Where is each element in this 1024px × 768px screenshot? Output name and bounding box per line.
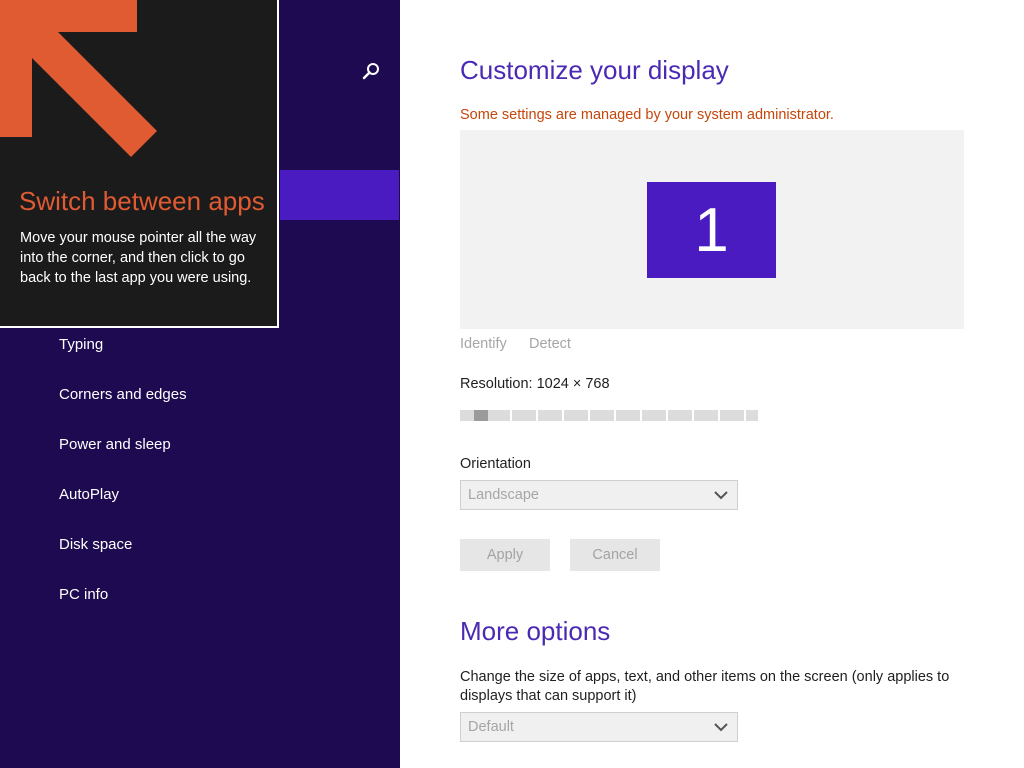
monitor-1-tile[interactable]: 1: [647, 182, 776, 278]
selected-nav-highlight[interactable]: [280, 170, 399, 220]
size-dropdown[interactable]: Default: [460, 712, 738, 742]
sidebar-item-corners-and-edges[interactable]: Corners and edges: [59, 380, 359, 410]
orientation-value: Landscape: [468, 487, 539, 503]
tip-popup: Switch between apps Move your mouse poin…: [0, 0, 279, 328]
sidebar-item-typing[interactable]: Typing: [59, 330, 359, 360]
resolution-slider[interactable]: [460, 410, 758, 421]
admin-warning: Some settings are managed by your system…: [460, 107, 834, 123]
chevron-down-icon: [714, 723, 728, 732]
identify-link[interactable]: Identify: [460, 336, 507, 352]
more-options-title: More options: [460, 616, 611, 646]
sidebar-item-pc-info[interactable]: PC info: [59, 580, 359, 610]
tip-title: Switch between apps: [19, 186, 265, 216]
apply-button[interactable]: Apply: [460, 539, 550, 571]
chevron-down-icon: [714, 491, 728, 500]
sidebar-item-power-and-sleep[interactable]: Power and sleep: [59, 430, 359, 460]
sidebar-item-autoplay[interactable]: AutoPlay: [59, 480, 359, 510]
size-value: Default: [468, 719, 514, 735]
detect-link[interactable]: Detect: [529, 336, 571, 352]
orientation-label: Orientation: [460, 456, 531, 472]
resolution-slider-thumb[interactable]: [474, 410, 488, 421]
display-preview: 1: [460, 130, 964, 329]
resolution-label: Resolution: 1024 × 768: [460, 376, 610, 392]
search-button[interactable]: [358, 58, 384, 84]
cancel-button[interactable]: Cancel: [570, 539, 660, 571]
search-icon: [362, 63, 379, 80]
sidebar-item-disk-space[interactable]: Disk space: [59, 530, 359, 560]
tip-body: Move your mouse pointer all the way into…: [20, 230, 257, 286]
arrow-up-left-icon: [0, 0, 157, 157]
page-title: Customize your display: [460, 55, 729, 85]
orientation-dropdown[interactable]: Landscape: [460, 480, 738, 510]
size-description: Change the size of apps, text, and other…: [460, 669, 950, 704]
